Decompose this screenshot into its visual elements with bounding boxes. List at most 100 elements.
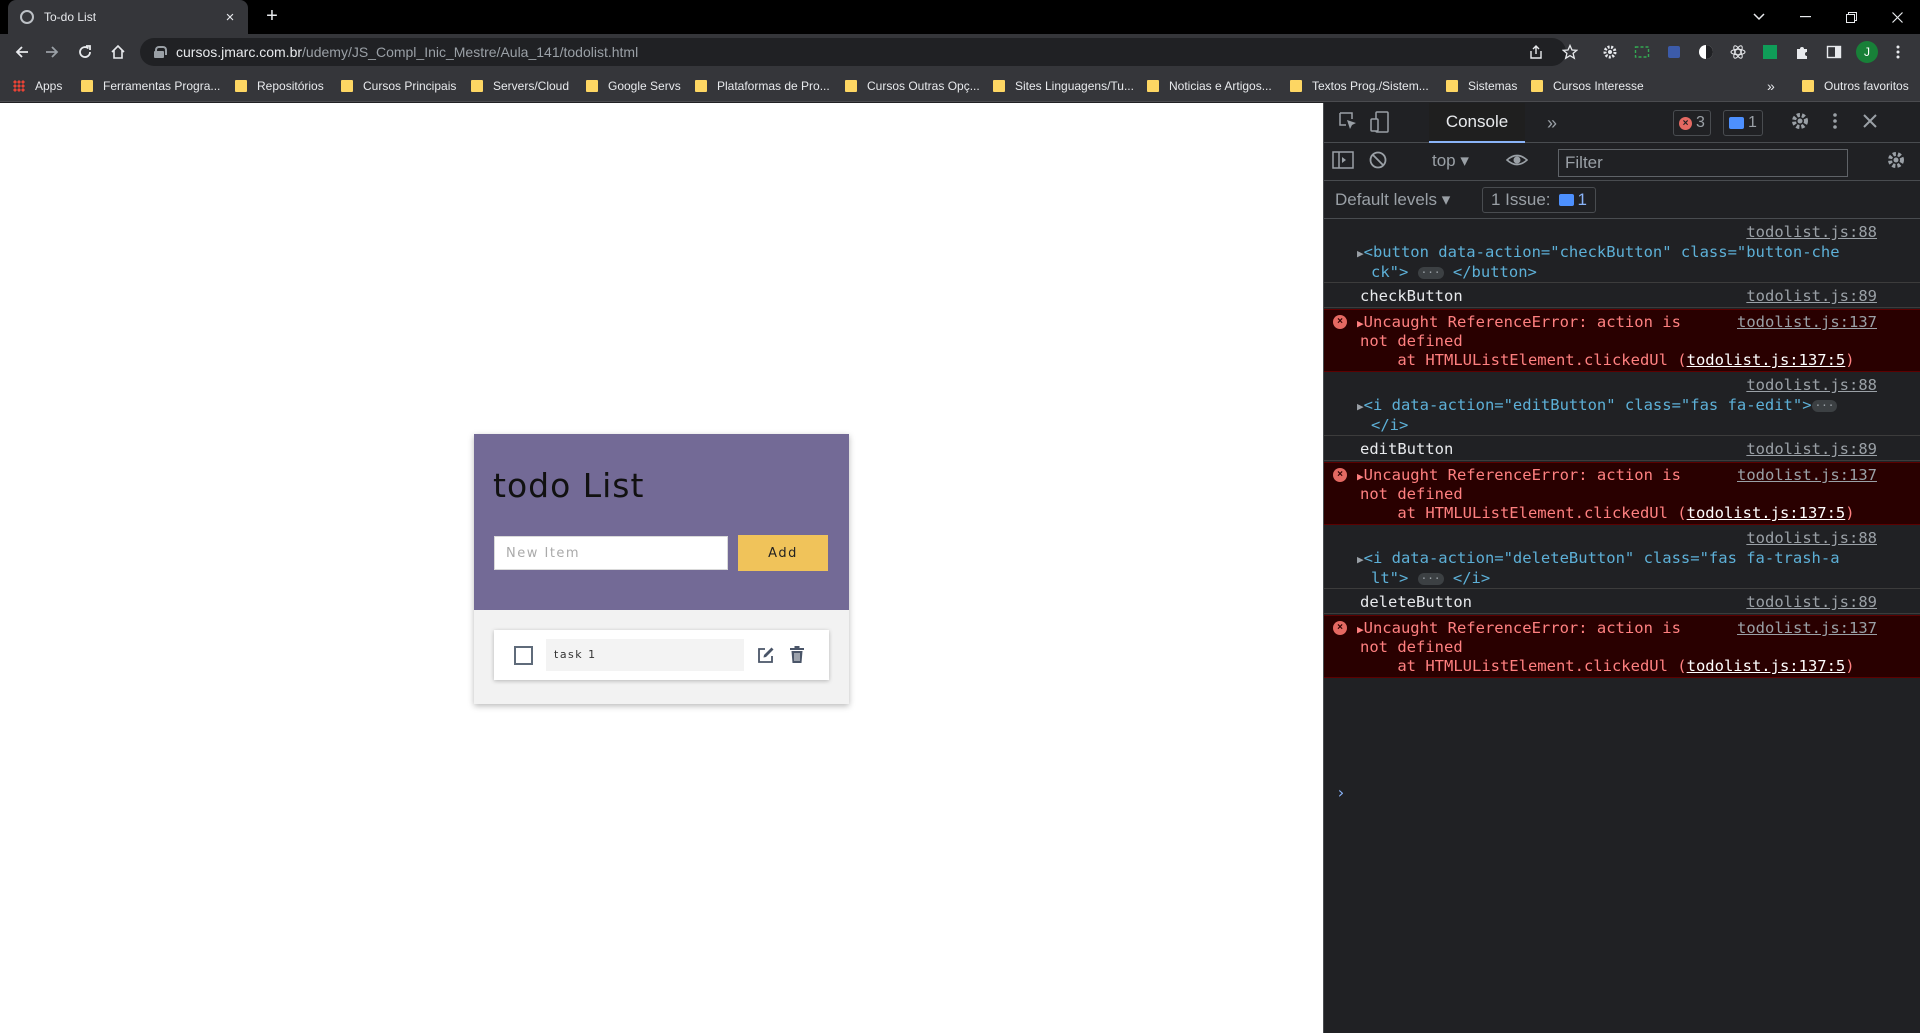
- tab-search-icon[interactable]: [1736, 0, 1782, 34]
- blue-extension-icon[interactable]: [1666, 44, 1682, 60]
- profile-avatar[interactable]: J: [1856, 41, 1878, 63]
- trash-icon[interactable]: [788, 645, 806, 665]
- folder-icon: [341, 80, 353, 92]
- expand-triangle-icon: ▶: [1357, 553, 1364, 566]
- stack-link[interactable]: todolist.js:137:5: [1687, 657, 1846, 675]
- folder-icon: [81, 80, 93, 92]
- bookmark-folder[interactable]: Servers/Cloud: [471, 77, 569, 95]
- bookmark-folder[interactable]: Google Servs: [586, 77, 681, 95]
- console-settings-icon[interactable]: [1884, 150, 1908, 174]
- message-count-badge[interactable]: 1: [1723, 110, 1763, 136]
- dark-reader-icon[interactable]: [1698, 44, 1714, 60]
- kebab-menu-icon[interactable]: [1890, 44, 1906, 60]
- issues-button[interactable]: 1 Issue: 1: [1482, 187, 1597, 213]
- error-icon: ×: [1333, 621, 1347, 635]
- more-tabs-icon[interactable]: »: [1540, 111, 1564, 135]
- share-icon[interactable]: [1528, 44, 1544, 60]
- stack-link[interactable]: todolist.js:137:5: [1687, 351, 1846, 369]
- source-link[interactable]: todolist.js:89: [1746, 440, 1877, 459]
- reload-icon[interactable]: [73, 40, 97, 64]
- edit-icon[interactable]: [756, 645, 776, 665]
- console-filter-input[interactable]: [1558, 149, 1848, 177]
- log-levels-dropdown[interactable]: Default levels ▾: [1335, 190, 1450, 210]
- source-link[interactable]: todolist.js:89: [1746, 287, 1877, 306]
- browser-tab[interactable]: To-do List ×: [8, 0, 248, 34]
- message-icon: [1729, 117, 1744, 129]
- bookmark-folder[interactable]: Cursos Principais: [341, 77, 456, 95]
- bookmark-folder[interactable]: Sistemas: [1446, 77, 1517, 95]
- inspect-element-icon[interactable]: [1336, 111, 1360, 135]
- back-icon[interactable]: [10, 40, 34, 64]
- bookmarks-overflow-button[interactable]: »: [1767, 77, 1775, 95]
- source-link[interactable]: todolist.js:89: [1746, 593, 1877, 612]
- console-error-entry[interactable]: × ▶Uncaught ReferenceError: action is to…: [1324, 309, 1920, 372]
- error-message: Uncaught ReferenceError: action is: [1363, 466, 1681, 484]
- source-link[interactable]: todolist.js:137: [1737, 619, 1877, 638]
- bookmark-folder[interactable]: Sites Linguagens/Tu...: [993, 77, 1134, 95]
- tab-close-button[interactable]: ×: [222, 9, 238, 26]
- close-window-button[interactable]: [1874, 0, 1920, 34]
- address-bar[interactable]: cursos.jmarc.com.br/udemy/JS_Compl_Inic_…: [140, 38, 1566, 66]
- settings-gear-icon[interactable]: [1788, 111, 1812, 135]
- source-link[interactable]: todolist.js:88: [1746, 376, 1877, 395]
- side-panel-icon[interactable]: [1826, 44, 1842, 60]
- extensions-puzzle-icon[interactable]: [1794, 44, 1810, 60]
- task-text: task 1: [546, 639, 744, 671]
- bookmark-star-icon[interactable]: [1561, 43, 1579, 60]
- console-error-entry[interactable]: × ▶Uncaught ReferenceError: action is to…: [1324, 615, 1920, 678]
- lock-icon: [154, 46, 167, 58]
- new-item-input[interactable]: [494, 536, 728, 570]
- device-toolbar-icon[interactable]: [1368, 111, 1392, 135]
- folder-icon: [586, 80, 598, 92]
- source-link[interactable]: todolist.js:88: [1746, 223, 1877, 242]
- console-element-entry[interactable]: todolist.js:88 ▶<button data-action="che…: [1324, 220, 1920, 283]
- restore-button[interactable]: [1828, 0, 1874, 34]
- console-levels-bar: Default levels ▾ 1 Issue: 1: [1324, 181, 1920, 219]
- source-link[interactable]: todolist.js:137: [1737, 313, 1877, 332]
- source-link[interactable]: todolist.js:88: [1746, 529, 1877, 548]
- error-count-badge[interactable]: × 3: [1673, 110, 1711, 136]
- add-button[interactable]: Add: [738, 535, 828, 571]
- clear-console-icon[interactable]: [1366, 150, 1390, 174]
- stack-link[interactable]: todolist.js:137:5: [1687, 504, 1846, 522]
- context-selector[interactable]: top ▾: [1432, 151, 1469, 171]
- close-devtools-icon[interactable]: [1858, 111, 1882, 135]
- other-bookmarks[interactable]: Outros favoritos: [1802, 77, 1909, 95]
- apps-grid-icon: [13, 80, 25, 92]
- console-log-entry: deleteButton todolist.js:89: [1324, 590, 1920, 614]
- forward-icon[interactable]: [40, 40, 64, 64]
- log-text: deleteButton: [1360, 593, 1472, 611]
- sidebar-toggle-icon[interactable]: [1331, 150, 1355, 174]
- element-markup: lt">: [1371, 569, 1409, 587]
- stack-trace: at HTMLUListElement.clickedUl (: [1360, 657, 1687, 675]
- bookmark-folder[interactable]: Noticias e Artigos...: [1147, 77, 1272, 95]
- tab-console[interactable]: Console: [1429, 103, 1525, 143]
- screenshot-extension-icon[interactable]: [1634, 44, 1650, 60]
- todo-header: todo List Add: [474, 434, 849, 610]
- source-link[interactable]: todolist.js:137: [1737, 466, 1877, 485]
- folder-icon: [845, 80, 857, 92]
- console-prompt[interactable]: ›: [1336, 783, 1346, 802]
- console-log-entry: checkButton todolist.js:89: [1324, 284, 1920, 308]
- home-icon[interactable]: [106, 40, 130, 64]
- console-error-entry[interactable]: × ▶Uncaught ReferenceError: action is to…: [1324, 462, 1920, 525]
- eye-icon[interactable]: [1505, 150, 1529, 174]
- customize-menu-icon[interactable]: [1823, 111, 1847, 135]
- devtools-panel: Console » ×3 1 top ▾ Default levels ▾: [1323, 103, 1920, 1033]
- tab-title: To-do List: [44, 10, 97, 24]
- console-element-entry[interactable]: todolist.js:88 ▶<i data-action="deleteBu…: [1324, 526, 1920, 589]
- minimize-button[interactable]: [1782, 0, 1828, 34]
- task-checkbox[interactable]: [514, 646, 533, 665]
- green-extension-icon[interactable]: [1762, 44, 1778, 60]
- bookmark-folder[interactable]: Repositórios: [235, 77, 324, 95]
- gear-extension-icon[interactable]: [1602, 44, 1618, 60]
- bookmark-folder[interactable]: Ferramentas Progra...: [81, 77, 220, 95]
- console-element-entry[interactable]: todolist.js:88 ▶<i data-action="editButt…: [1324, 373, 1920, 436]
- bookmark-folder[interactable]: Plataformas de Pro...: [695, 77, 830, 95]
- new-tab-button[interactable]: +: [260, 5, 284, 29]
- bookmark-folder[interactable]: Cursos Interesse: [1531, 77, 1644, 95]
- bookmark-folder[interactable]: Cursos Outras Opç...: [845, 77, 980, 95]
- bookmark-folder[interactable]: Textos Prog./Sistem...: [1290, 77, 1429, 95]
- bookmark-apps[interactable]: Apps: [13, 77, 62, 95]
- react-devtools-icon[interactable]: [1730, 44, 1746, 60]
